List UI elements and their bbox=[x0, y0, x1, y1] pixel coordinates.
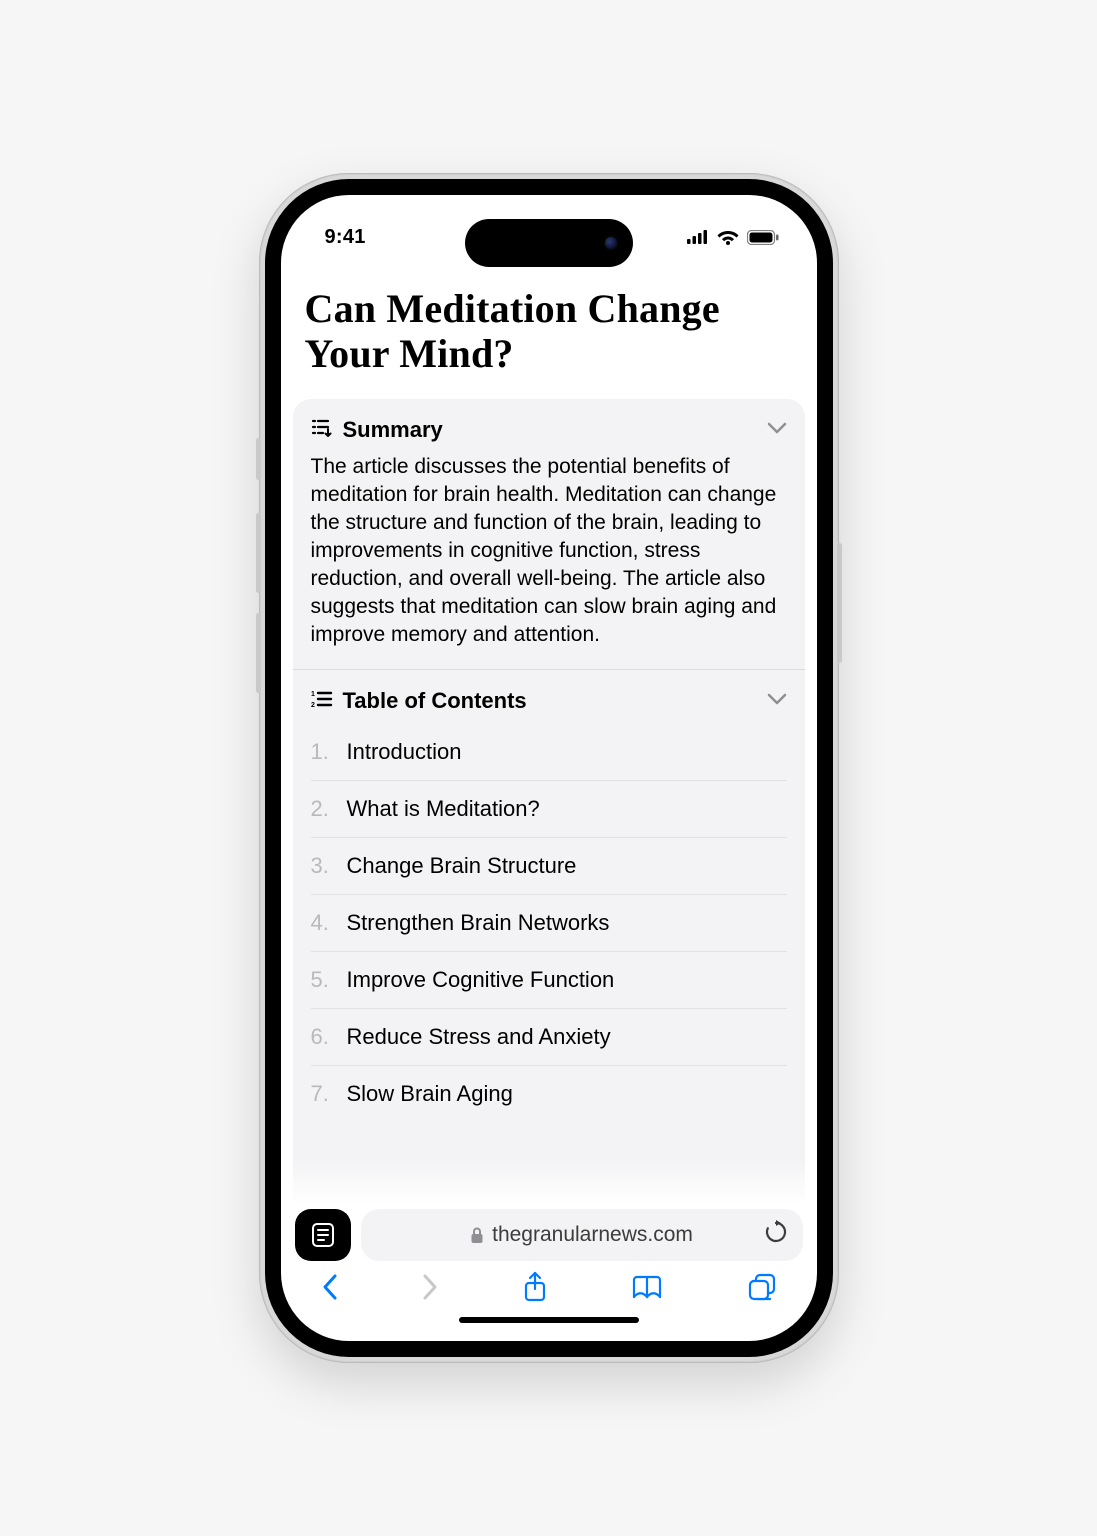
toc-card: 1 2 Table of Contents bbox=[293, 669, 805, 1205]
toc-item-label: What is Meditation? bbox=[347, 796, 540, 822]
phone-frame: 9:41 bbox=[259, 173, 839, 1363]
toc-item[interactable]: 3.Change Brain Structure bbox=[311, 838, 787, 895]
toc-item-label: Change Brain Structure bbox=[347, 853, 577, 879]
bookmarks-button[interactable] bbox=[630, 1273, 664, 1301]
summary-icon bbox=[311, 417, 333, 442]
browser-toolbar bbox=[295, 1261, 803, 1305]
share-button[interactable] bbox=[522, 1271, 548, 1303]
chevron-down-icon bbox=[767, 692, 787, 710]
reload-button[interactable] bbox=[765, 1220, 787, 1250]
summary-title: Summary bbox=[343, 417, 443, 443]
toc-item-label: Reduce Stress and Anxiety bbox=[347, 1024, 611, 1050]
article-title: Can Meditation Change Your Mind? bbox=[281, 265, 817, 399]
forward-button[interactable] bbox=[421, 1272, 439, 1302]
toc-item-label: Introduction bbox=[347, 739, 462, 765]
toc-item[interactable]: 4.Strengthen Brain Networks bbox=[311, 895, 787, 952]
toc-header[interactable]: 1 2 Table of Contents bbox=[293, 670, 805, 724]
svg-text:2: 2 bbox=[311, 702, 315, 708]
toc-item-label: Strengthen Brain Networks bbox=[347, 910, 610, 936]
url-domain: thegranularnews.com bbox=[492, 1223, 693, 1247]
toc-item[interactable]: 6.Reduce Stress and Anxiety bbox=[311, 1009, 787, 1066]
summary-body: The article discusses the potential bene… bbox=[293, 453, 805, 670]
url-field[interactable]: thegranularnews.com bbox=[361, 1209, 803, 1261]
chevron-down-icon bbox=[767, 421, 787, 439]
tabs-button[interactable] bbox=[747, 1272, 777, 1302]
toc-list: 1.Introduction 2.What is Meditation? 3.C… bbox=[293, 724, 805, 1122]
lock-icon bbox=[470, 1226, 484, 1244]
browser-chrome: thegranularnews.com bbox=[281, 1205, 817, 1341]
toc-item[interactable]: 7.Slow Brain Aging bbox=[311, 1066, 787, 1122]
status-time: 9:41 bbox=[325, 226, 366, 249]
toc-item[interactable]: 2.What is Meditation? bbox=[311, 781, 787, 838]
cellular-icon bbox=[687, 230, 709, 244]
toc-item[interactable]: 1.Introduction bbox=[311, 724, 787, 781]
back-button[interactable] bbox=[321, 1272, 339, 1302]
toc-item-label: Improve Cognitive Function bbox=[347, 967, 615, 993]
wifi-icon bbox=[717, 229, 739, 245]
battery-icon bbox=[747, 230, 779, 245]
home-indicator[interactable] bbox=[459, 1317, 639, 1323]
dynamic-island bbox=[465, 219, 633, 267]
toc-item[interactable]: 5.Improve Cognitive Function bbox=[311, 952, 787, 1009]
toc-icon: 1 2 bbox=[311, 690, 333, 713]
summary-header[interactable]: Summary bbox=[293, 399, 805, 453]
svg-text:1: 1 bbox=[311, 691, 315, 698]
summary-card: Summary The article discusses the potent… bbox=[293, 399, 805, 670]
toc-item-label: Slow Brain Aging bbox=[347, 1081, 513, 1107]
reader-mode-button[interactable] bbox=[295, 1209, 351, 1261]
toc-title: Table of Contents bbox=[343, 688, 527, 714]
